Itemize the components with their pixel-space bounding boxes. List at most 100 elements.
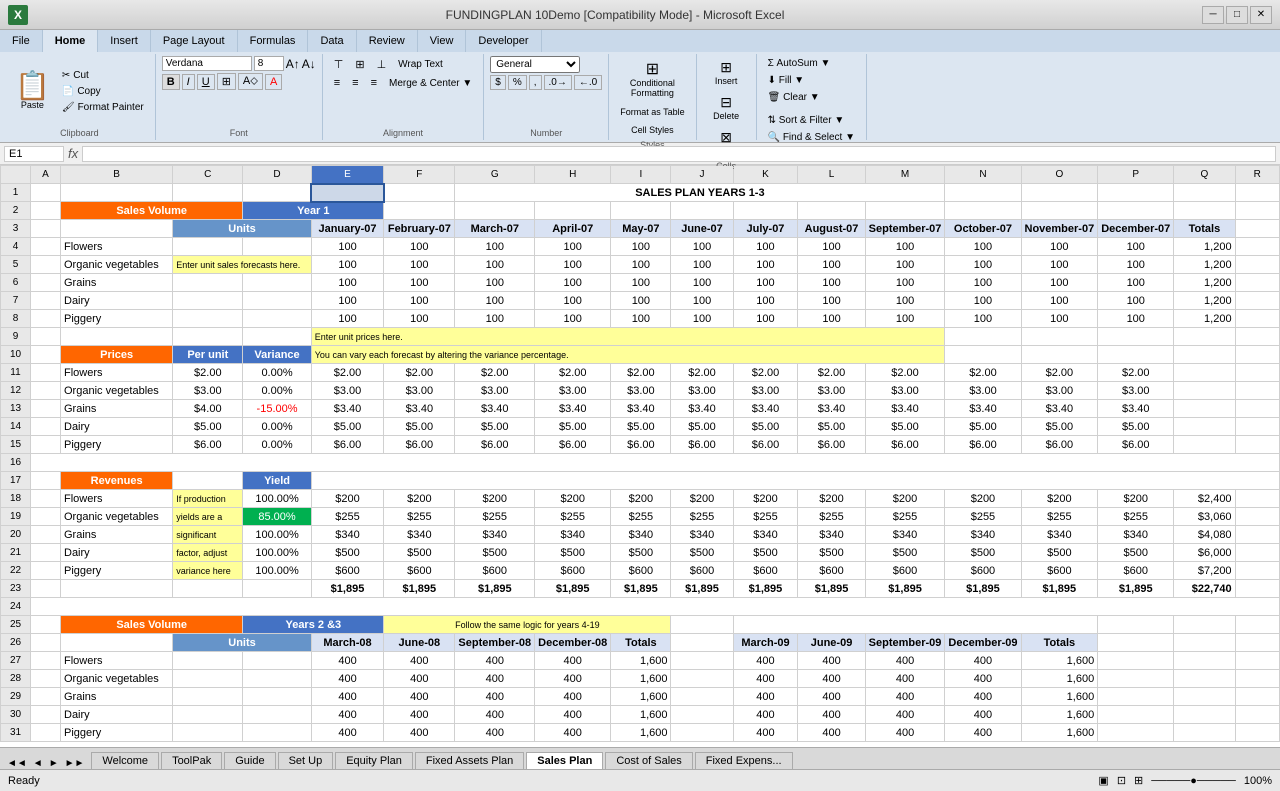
row-20-header[interactable]: 20 [1, 526, 31, 544]
col-I-header[interactable]: I [611, 166, 671, 184]
row-16-header[interactable]: 16 [1, 454, 31, 472]
insert-button[interactable]: ⊞ Insert [707, 56, 746, 89]
row-6-header[interactable]: 6 [1, 274, 31, 292]
bold-button[interactable]: B [162, 74, 180, 90]
col-B-header[interactable]: B [61, 166, 173, 184]
col-J-header[interactable]: J [671, 166, 733, 184]
minimize-button[interactable]: ─ [1202, 6, 1224, 24]
row-26-header[interactable]: 26 [1, 634, 31, 652]
row-13-header[interactable]: 13 [1, 400, 31, 418]
tab-sales-plan[interactable]: Sales Plan [526, 752, 603, 769]
copy-button[interactable]: 📄 Copy [57, 84, 149, 99]
row-28-header[interactable]: 28 [1, 670, 31, 688]
row-12-header[interactable]: 12 [1, 382, 31, 400]
format-painter-button[interactable]: 🖌 Format Painter [57, 100, 149, 115]
row-29-header[interactable]: 29 [1, 688, 31, 706]
col-N-header[interactable]: N [945, 166, 1021, 184]
italic-button[interactable]: I [182, 74, 195, 90]
align-center-button[interactable]: ≡ [347, 75, 363, 91]
col-M-header[interactable]: M [865, 166, 945, 184]
fill-button[interactable]: ⬇ Fill ▼ [763, 73, 860, 88]
tab-data[interactable]: Data [308, 30, 356, 52]
percent-button[interactable]: % [508, 75, 527, 90]
tab-toolpak[interactable]: ToolPak [161, 752, 222, 769]
tab-cost-of-sales[interactable]: Cost of Sales [605, 752, 692, 769]
row-25-header[interactable]: 25 [1, 616, 31, 634]
tab-page-layout[interactable]: Page Layout [151, 30, 238, 52]
row-4-header[interactable]: 4 [1, 238, 31, 256]
col-R-header[interactable]: R [1235, 166, 1279, 184]
col-C-header[interactable]: C [173, 166, 243, 184]
cell-styles-button[interactable]: Cell Styles [626, 122, 679, 138]
col-L-header[interactable]: L [798, 166, 865, 184]
col-F-header[interactable]: F [384, 166, 455, 184]
col-E-header[interactable]: E [311, 166, 384, 184]
font-color-button[interactable]: A [265, 74, 282, 90]
next-sheet-button[interactable]: ► [46, 758, 62, 769]
row-19-header[interactable]: 19 [1, 508, 31, 526]
col-D-header[interactable]: D [243, 166, 311, 184]
row-22-header[interactable]: 22 [1, 562, 31, 580]
zoom-level[interactable]: 100% [1244, 775, 1272, 787]
row-10-header[interactable]: 10 [1, 346, 31, 364]
sales-plan-title[interactable]: SALES PLAN YEARS 1-3 [455, 184, 945, 202]
font-shrink-button[interactable]: A↓ [302, 57, 316, 71]
font-size-input[interactable] [254, 56, 284, 71]
row-21-header[interactable]: 21 [1, 544, 31, 562]
tab-equity-plan[interactable]: Equity Plan [335, 752, 413, 769]
comma-button[interactable]: , [529, 75, 542, 90]
row-8-header[interactable]: 8 [1, 310, 31, 328]
row-9-header[interactable]: 9 [1, 328, 31, 346]
sort-filter-button[interactable]: ⇅ Sort & Filter ▼ [763, 113, 860, 128]
wrap-text-button[interactable]: Wrap Text [393, 57, 448, 72]
col-H-header[interactable]: H [535, 166, 611, 184]
clear-button[interactable]: 🗑 Clear ▼ [763, 90, 860, 105]
tab-fixed-assets-plan[interactable]: Fixed Assets Plan [415, 752, 524, 769]
tab-review[interactable]: Review [357, 30, 418, 52]
find-select-button[interactable]: 🔍 Find & Select ▼ [763, 130, 860, 145]
row-1-header[interactable]: 1 [1, 184, 31, 202]
row-2-header[interactable]: 2 [1, 202, 31, 220]
font-name-input[interactable] [162, 56, 252, 71]
delete-button[interactable]: ⊟ Delete [707, 91, 746, 124]
tab-home[interactable]: Home [43, 30, 99, 52]
align-left-button[interactable]: ≡ [329, 75, 345, 91]
row-15-header[interactable]: 15 [1, 436, 31, 454]
close-button[interactable]: ✕ [1250, 6, 1272, 24]
underline-button[interactable]: U [197, 74, 215, 90]
col-A-header[interactable]: A [31, 166, 61, 184]
merge-center-button[interactable]: Merge & Center ▼ [384, 76, 477, 91]
col-K-header[interactable]: K [733, 166, 798, 184]
tab-file[interactable]: File [0, 30, 43, 52]
tab-fixed-expenses[interactable]: Fixed Expens... [695, 752, 793, 769]
col-G-header[interactable]: G [455, 166, 535, 184]
tab-guide[interactable]: Guide [224, 752, 275, 769]
format-as-table-button[interactable]: Format as Table [615, 104, 689, 120]
row-5-header[interactable]: 5 [1, 256, 31, 274]
maximize-button[interactable]: □ [1226, 6, 1248, 24]
normal-view-button[interactable]: ▣ [1098, 774, 1108, 787]
cut-button[interactable]: ✂ Cut [57, 68, 149, 83]
align-bottom-button[interactable]: ⊥ [372, 56, 392, 73]
tab-developer[interactable]: Developer [466, 30, 541, 52]
units-header[interactable]: Units [173, 220, 312, 238]
autosum-button[interactable]: Σ AutoSum ▼ [763, 56, 860, 71]
col-P-header[interactable]: P [1098, 166, 1174, 184]
conditional-formatting-button[interactable]: ⊞ Conditional Formatting [617, 56, 687, 102]
col-Q-header[interactable]: Q [1174, 166, 1235, 184]
paste-button[interactable]: 📋 Paste [10, 69, 55, 113]
decrease-decimal-button[interactable]: ←.0 [574, 75, 602, 90]
row-27-header[interactable]: 27 [1, 652, 31, 670]
align-middle-button[interactable]: ⊞ [350, 56, 369, 73]
row-11-header[interactable]: 11 [1, 364, 31, 382]
font-grow-button[interactable]: A↑ [286, 57, 300, 71]
col-O-header[interactable]: O [1021, 166, 1098, 184]
row-24-header[interactable]: 24 [1, 598, 31, 616]
row-23-header[interactable]: 23 [1, 580, 31, 598]
align-right-button[interactable]: ≡ [366, 75, 382, 91]
row-17-header[interactable]: 17 [1, 472, 31, 490]
row-3-header[interactable]: 3 [1, 220, 31, 238]
number-format-select[interactable]: GeneralNumberCurrency [490, 56, 580, 73]
row-18-header[interactable]: 18 [1, 490, 31, 508]
prev-sheet-button2[interactable]: ◄ [30, 758, 46, 769]
